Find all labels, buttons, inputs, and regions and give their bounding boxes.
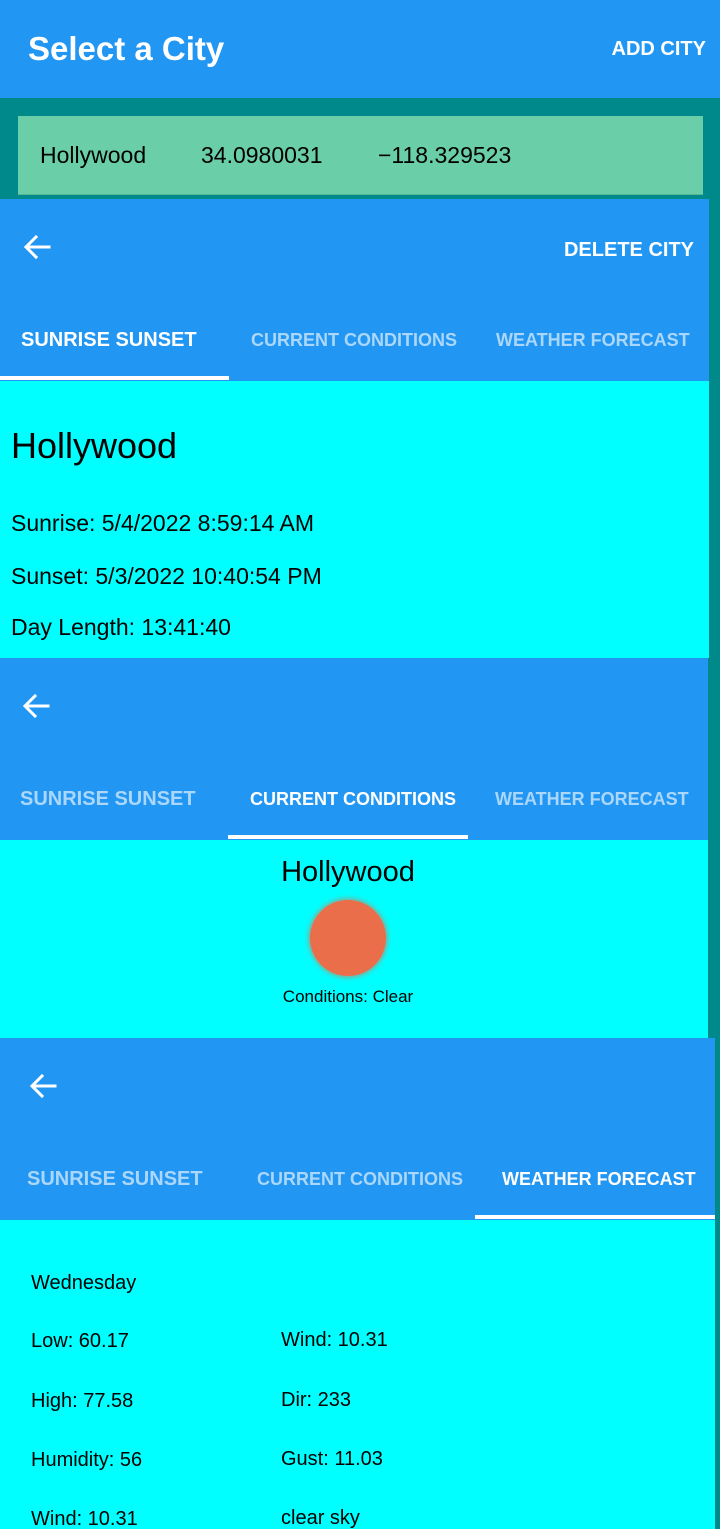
tab-current-conditions[interactable]: CURRENT CONDITIONS: [257, 1169, 463, 1190]
back-arrow-icon[interactable]: [22, 232, 52, 262]
tab-indicator: [228, 835, 468, 839]
sunrise-sunset-content: Hollywood Sunrise: 5/4/2022 8:59:14 AM S…: [0, 381, 709, 658]
back-arrow-icon[interactable]: [21, 691, 51, 721]
tab-current-conditions[interactable]: CURRENT CONDITIONS: [251, 330, 457, 351]
forecast-description: clear sky: [281, 1507, 360, 1529]
add-city-button[interactable]: ADD CITY: [612, 38, 706, 61]
tab-sunrise-sunset[interactable]: SUNRISE SUNSET: [21, 329, 197, 352]
forecast-wind: Wind: 10.31: [281, 1329, 388, 1351]
forecast-content: Wednesday Low: 60.17 High: 77.58 Humidit…: [0, 1220, 715, 1529]
tab-weather-forecast[interactable]: WEATHER FORECAST: [496, 330, 690, 351]
city-heading: Hollywood: [11, 425, 178, 466]
panel-app-bar: SUNRISE SUNSET CURRENT CONDITIONS WEATHE…: [0, 1038, 715, 1220]
conditions-text: Conditions: Clear: [282, 987, 414, 1006]
day-length-text: Day Length: 13:41:40: [11, 614, 231, 640]
tab-indicator: [0, 376, 229, 380]
sunrise-sunset-panel: DELETE CITY SUNRISE SUNSET CURRENT CONDI…: [0, 199, 709, 658]
forecast-wind-left: Wind: 10.31: [31, 1508, 138, 1529]
back-arrow-icon[interactable]: [28, 1071, 58, 1101]
city-name: Hollywood: [40, 142, 147, 168]
tab-sunrise-sunset[interactable]: SUNRISE SUNSET: [27, 1168, 203, 1191]
current-conditions-panel: SUNRISE SUNSET CURRENT CONDITIONS WEATHE…: [0, 658, 708, 1038]
forecast-high: High: 77.58: [31, 1390, 134, 1412]
delete-city-button[interactable]: DELETE CITY: [564, 239, 694, 262]
current-conditions-content: Hollywood Conditions: Clear: [0, 840, 708, 1038]
forecast-humidity: Humidity: 56: [31, 1449, 143, 1471]
weather-forecast-panel: SUNRISE SUNSET CURRENT CONDITIONS WEATHE…: [0, 1038, 715, 1529]
panel-app-bar: DELETE CITY SUNRISE SUNSET CURRENT CONDI…: [0, 199, 709, 381]
app-bar: Select a City ADD CITY: [0, 0, 720, 98]
page-title: Select a City: [28, 30, 225, 67]
sun-icon: [310, 900, 386, 976]
forecast-low: Low: 60.17: [31, 1330, 129, 1352]
panel-app-bar: SUNRISE SUNSET CURRENT CONDITIONS WEATHE…: [0, 658, 708, 840]
city-latitude: 34.0980031: [201, 142, 323, 168]
tab-sunrise-sunset[interactable]: SUNRISE SUNSET: [20, 788, 196, 811]
list-item[interactable]: Hollywood 34.0980031 −118.329523: [18, 116, 703, 195]
sunset-text: Sunset: 5/3/2022 10:40:54 PM: [11, 563, 322, 589]
forecast-direction: Dir: 233: [281, 1389, 352, 1411]
city-heading: Hollywood: [281, 856, 415, 888]
tab-weather-forecast[interactable]: WEATHER FORECAST: [495, 789, 689, 810]
forecast-day: Wednesday: [31, 1272, 137, 1294]
city-longitude: −118.329523: [378, 142, 512, 168]
tab-current-conditions[interactable]: CURRENT CONDITIONS: [250, 789, 456, 810]
forecast-gust: Gust: 11.03: [281, 1448, 383, 1470]
tab-weather-forecast[interactable]: WEATHER FORECAST: [502, 1169, 696, 1190]
tab-indicator: [475, 1215, 715, 1219]
sunrise-text: Sunrise: 5/4/2022 8:59:14 AM: [11, 510, 315, 536]
